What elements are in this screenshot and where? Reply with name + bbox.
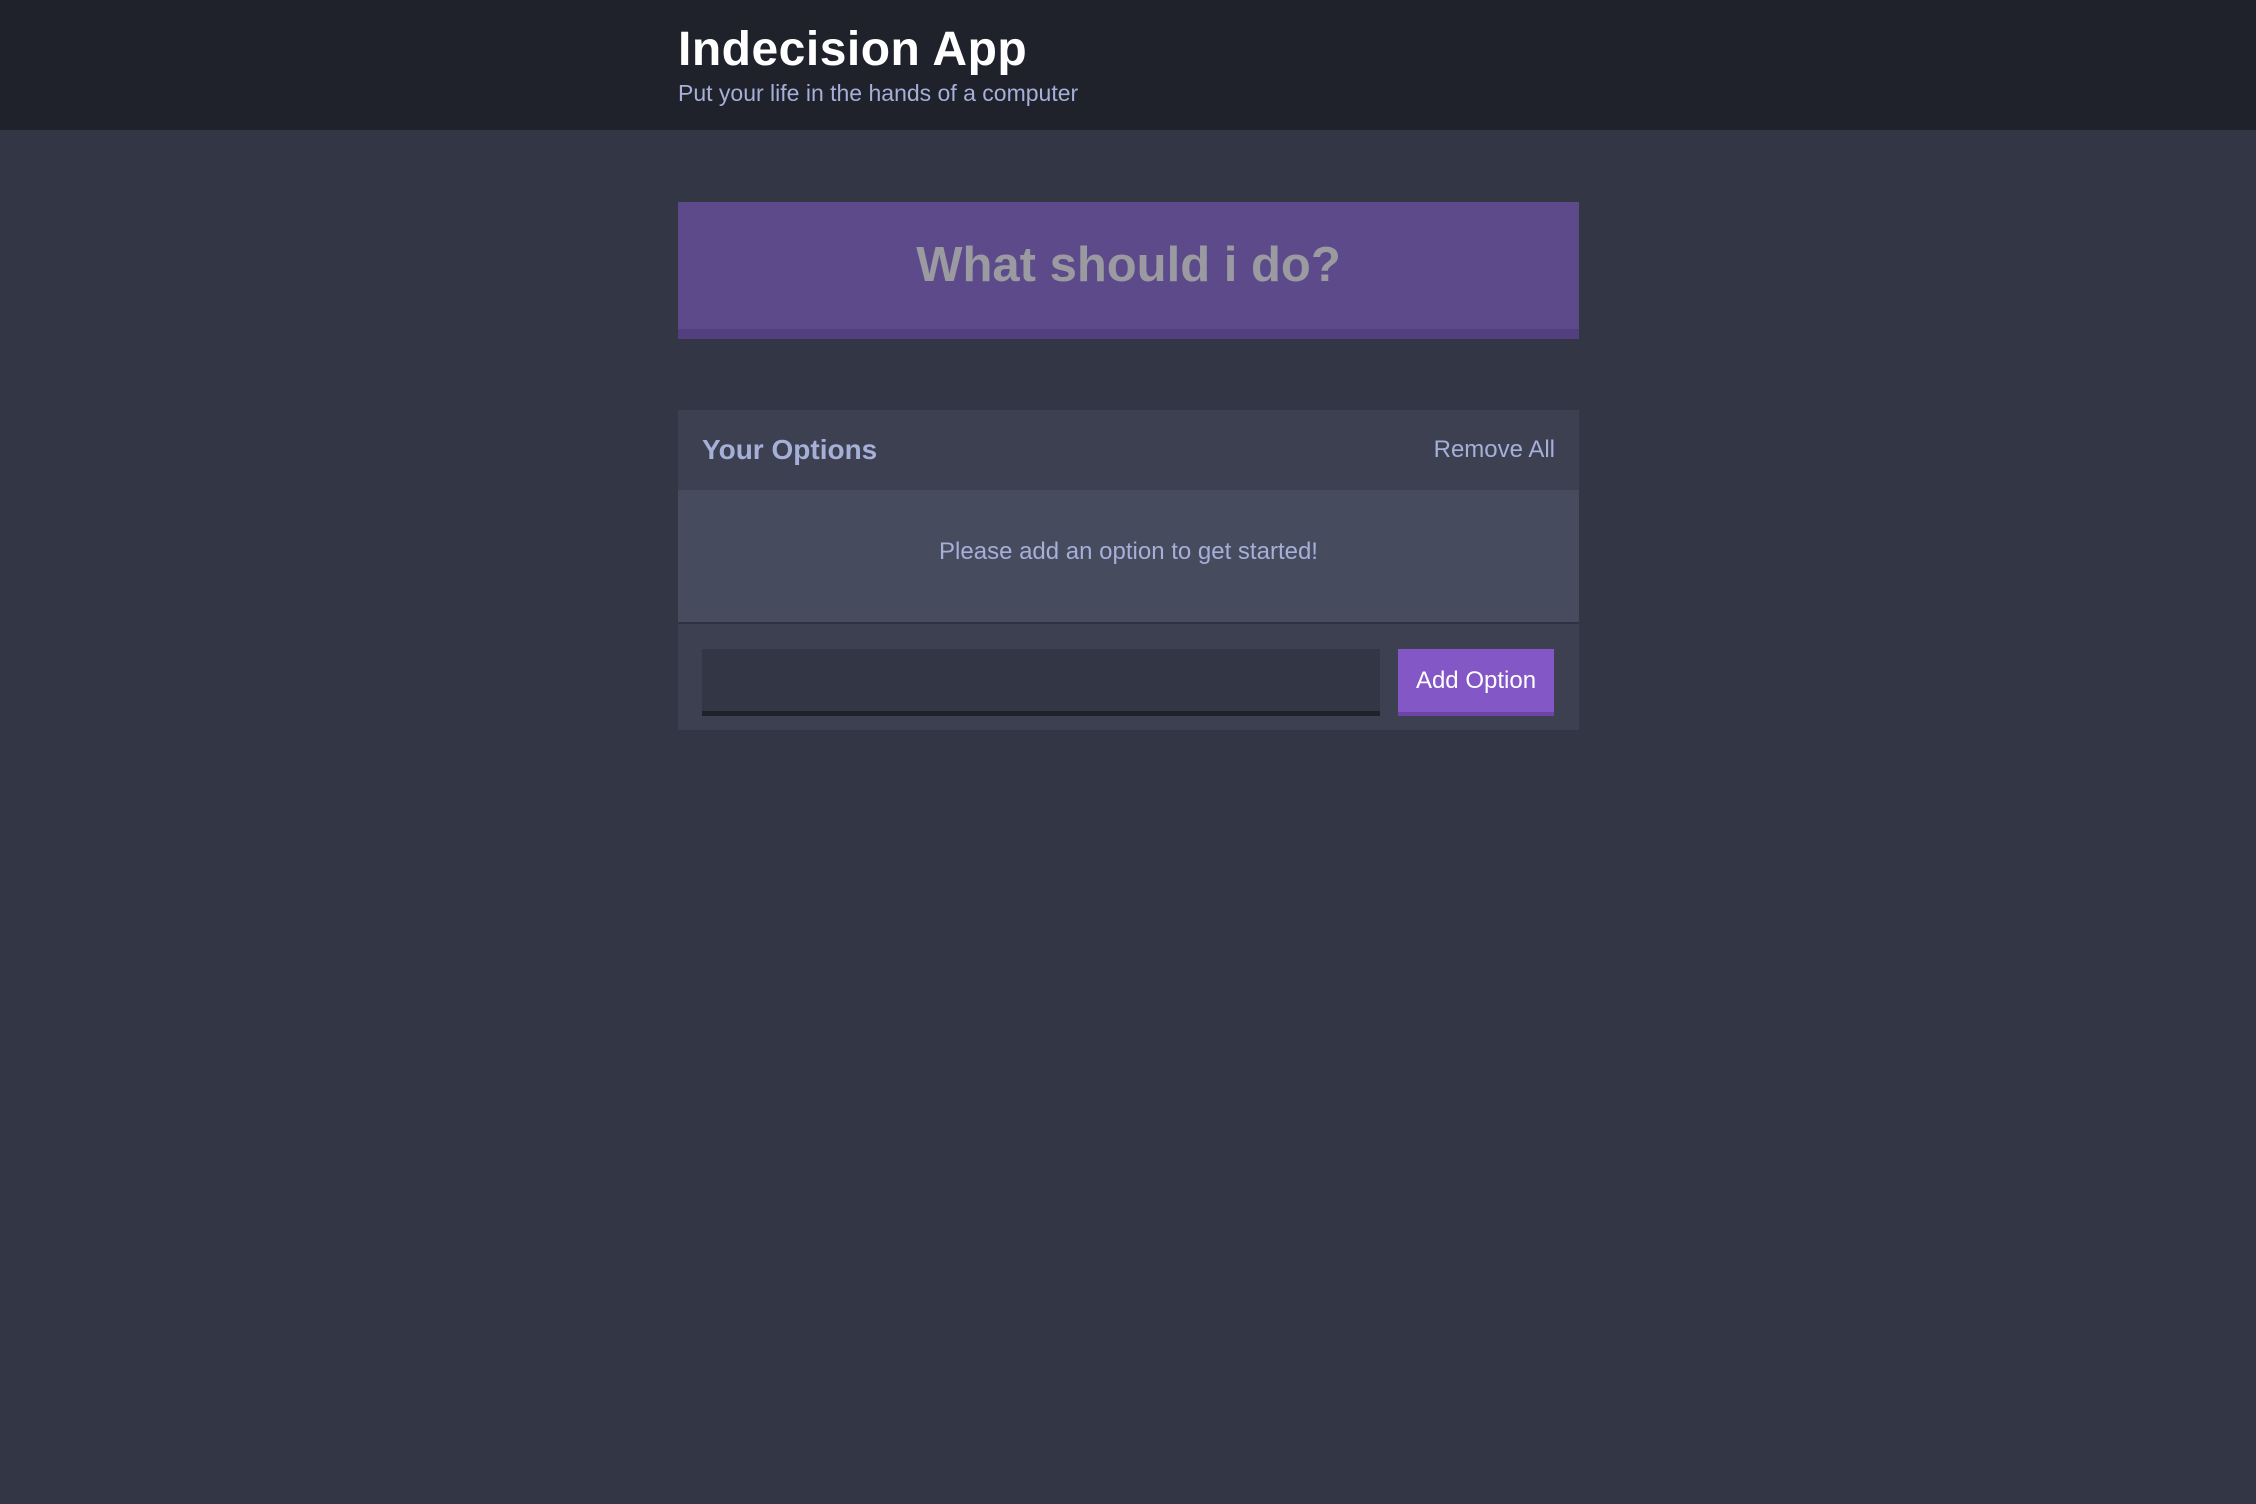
options-widget: Your Options Remove All Please add an op… <box>678 410 1579 730</box>
header-content: Indecision App Put your life in the hand… <box>678 22 1078 108</box>
options-header: Your Options Remove All <box>678 410 1579 490</box>
add-option-button[interactable]: Add Option <box>1398 649 1554 716</box>
app-header: Indecision App Put your life in the hand… <box>0 0 2256 130</box>
empty-options-message: Please add an option to get started! <box>678 490 1579 624</box>
app-title: Indecision App <box>678 23 1028 76</box>
app-subtitle: Put your life in the hands of a computer <box>678 80 1079 106</box>
add-option-form: Add Option <box>678 624 1579 730</box>
what-should-i-do-button[interactable]: What should i do? <box>678 202 1579 339</box>
option-input[interactable] <box>702 649 1380 716</box>
options-title: Your Options <box>702 434 878 465</box>
remove-all-button[interactable]: Remove All <box>1434 410 1555 490</box>
